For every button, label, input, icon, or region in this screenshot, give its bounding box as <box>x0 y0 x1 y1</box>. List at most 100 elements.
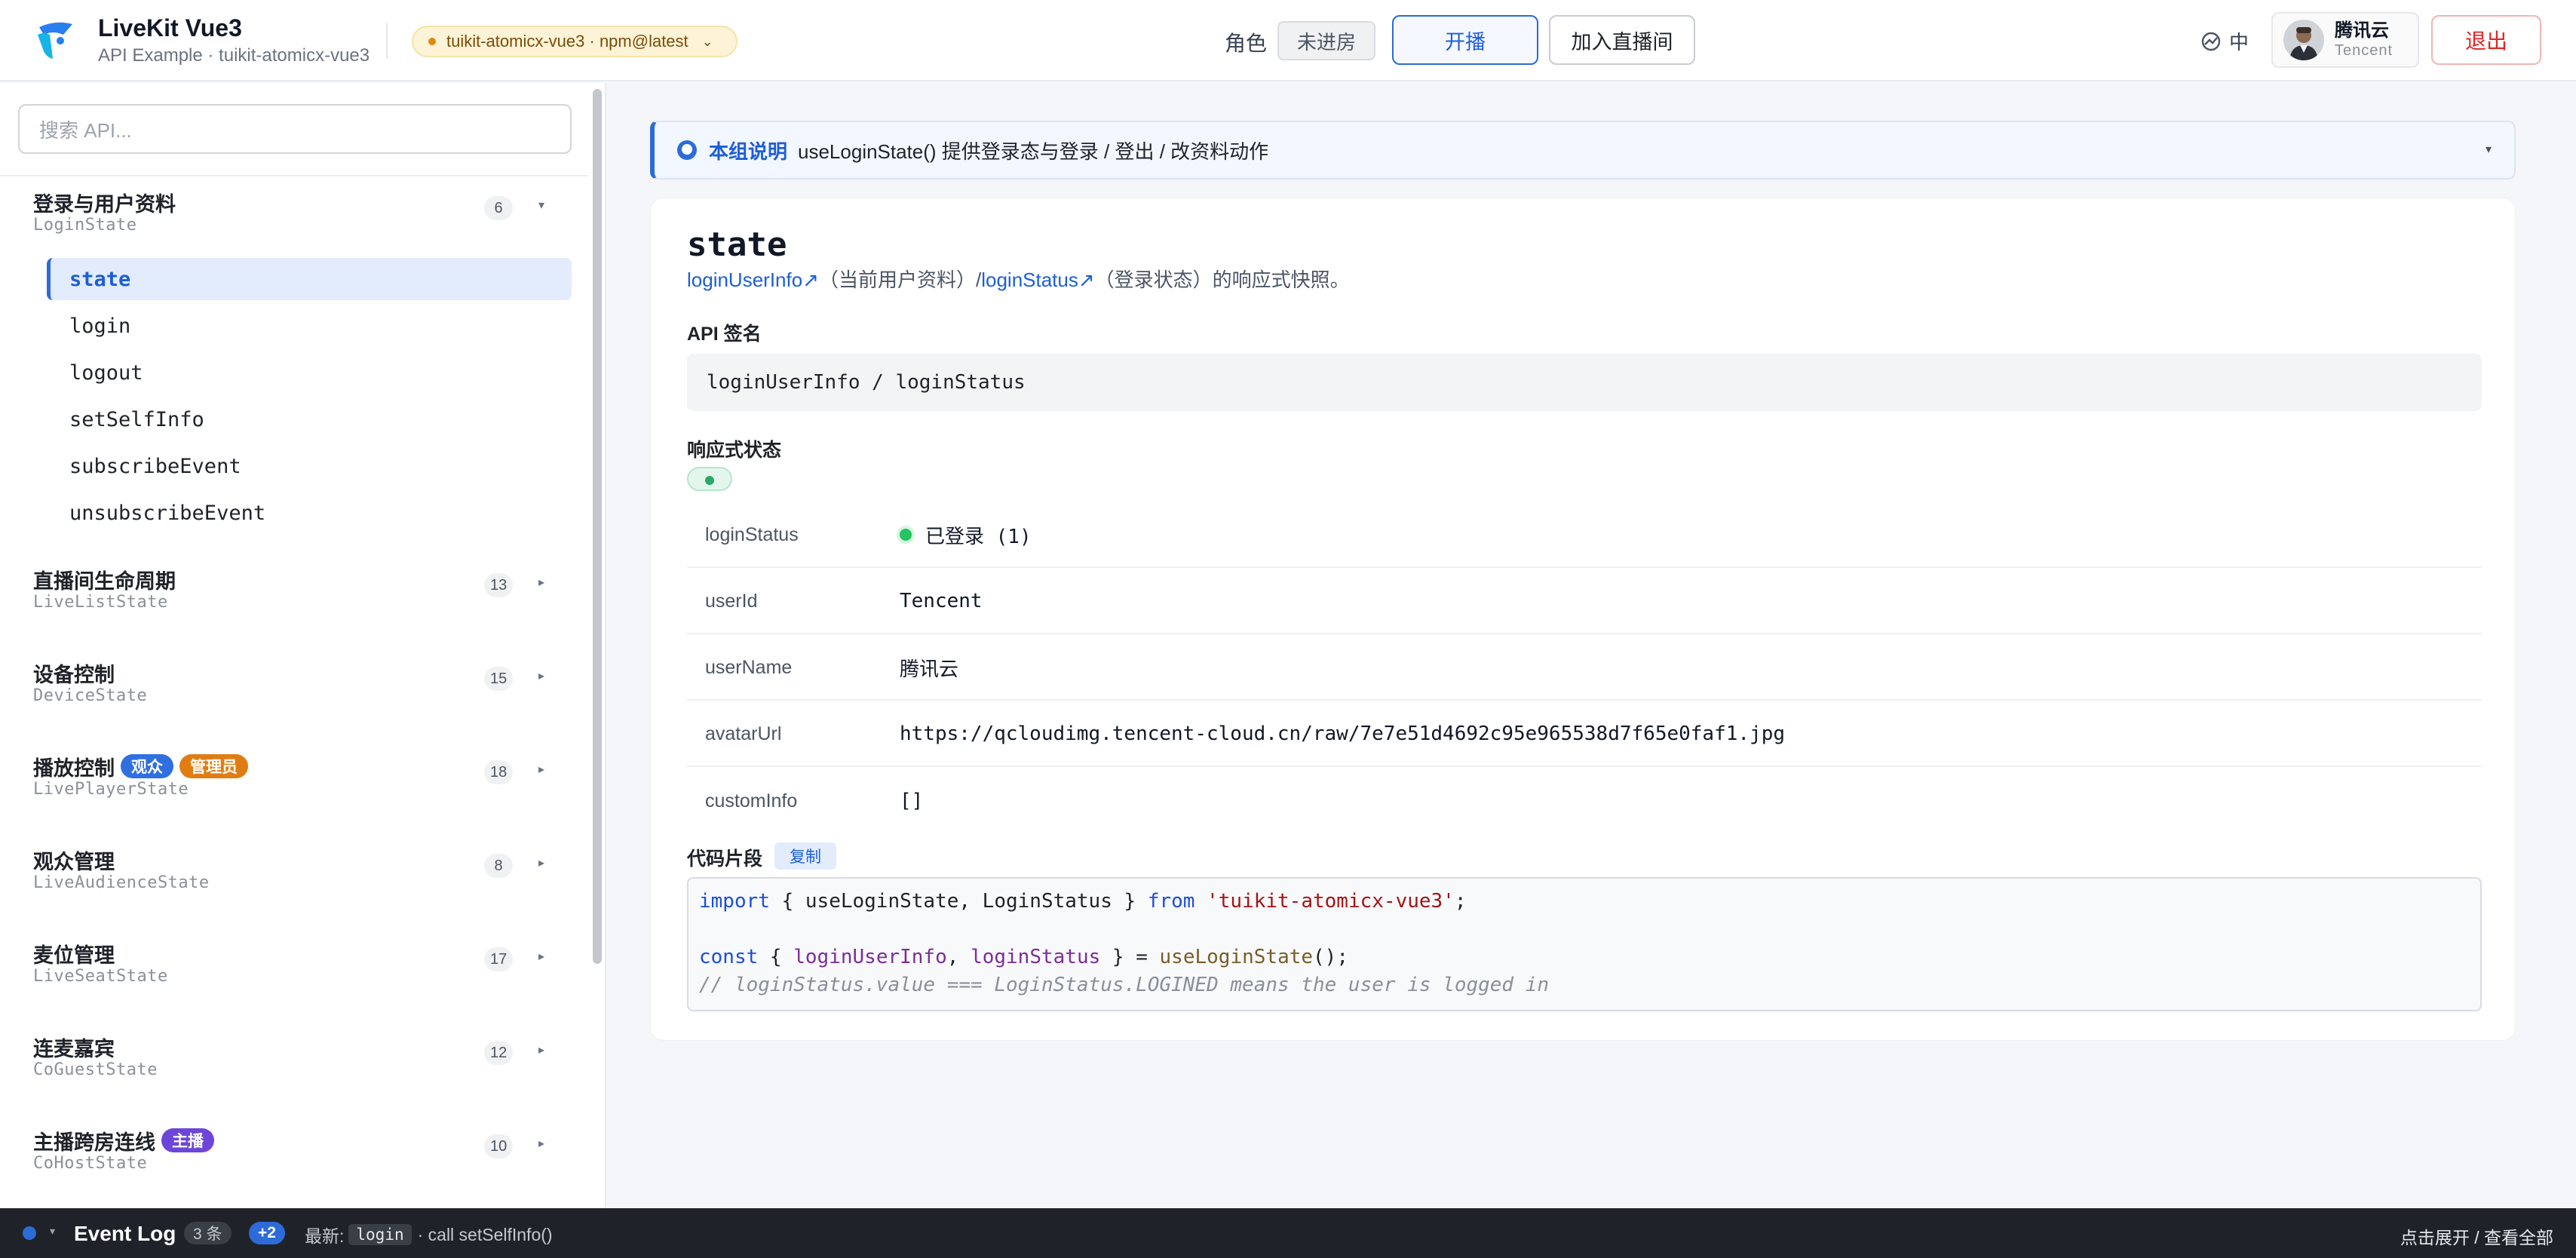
signature-label: API 签名 <box>687 324 762 345</box>
group-subtitle: DeviceState <box>33 686 148 705</box>
api-detail-card: state loginUserInfo↗（当前用户资料）/loginStatus… <box>650 198 2516 1041</box>
globe-icon <box>2201 32 2221 51</box>
group-title: 麦位管理 <box>33 944 115 967</box>
chevron-right-icon: ▸ <box>538 1137 545 1150</box>
latest-event-text: · call setSelfInfo() <box>417 1224 553 1244</box>
state-key: userId <box>705 590 758 612</box>
sidebar-group-device[interactable]: 设备控制 DeviceState 15 ▸ <box>33 659 561 706</box>
start-live-button[interactable]: 开播 <box>1392 15 1538 65</box>
package-selector[interactable]: tuikit-atomicx-vue3 · npm@latest ⌄ <box>412 26 738 57</box>
chevron-down-icon: ▾ <box>538 199 545 212</box>
search-input[interactable]: 搜索 API... <box>18 104 572 154</box>
sidebar-item-setselfinfo[interactable]: setSelfInfo <box>47 398 572 440</box>
login-status-value: 已登录 (1) <box>925 525 1032 548</box>
sidebar-group-liveplayer[interactable]: 播放控制 观众 管理员 LivePlayerState 18 ▸ <box>33 753 561 799</box>
group-title: 设备控制 <box>33 663 115 686</box>
sidebar-item-logout[interactable]: logout <box>47 351 572 394</box>
chevron-down-icon[interactable]: ▾ <box>2486 142 2492 157</box>
event-log-title: Event Log <box>74 1222 176 1245</box>
code-variable: loginUserInfo <box>793 946 947 968</box>
language-switch[interactable]: 中 <box>2200 27 2249 55</box>
code-comment: // loginStatus.value === LoginStatus.LOG… <box>699 974 1550 996</box>
state-value: 已登录 (1) <box>900 521 1032 549</box>
group-subtitle: LivePlayerState <box>33 780 189 799</box>
api-description: loginUserInfo↗（当前用户资料）/loginStatus↗（登录状态… <box>687 265 1350 293</box>
state-value: [] <box>900 790 924 812</box>
user-name: 腾讯云 <box>2335 20 2389 41</box>
login-status-link[interactable]: loginStatus↗ <box>981 268 1094 291</box>
group-count-badge: 13 <box>484 573 514 597</box>
code-text: { <box>758 946 794 968</box>
sidebar-group-login[interactable]: 登录与用户资料 LoginState 6 ▾ <box>33 189 561 235</box>
role-status-badge: 未进房 <box>1277 21 1375 60</box>
api-title: state <box>687 226 787 264</box>
chevron-right-icon: ▸ <box>538 857 545 870</box>
state-value: Tencent <box>900 590 983 612</box>
sidebar-group-seat[interactable]: 麦位管理 LiveSeatState 17 ▸ <box>33 940 561 986</box>
group-title: 主播跨房连线 <box>33 1131 155 1154</box>
group-title: 直播间生命周期 <box>33 569 176 593</box>
code-keyword: from <box>1147 890 1195 913</box>
sidebar-item-state[interactable]: state <box>47 258 572 300</box>
chevron-right-icon: ▸ <box>538 950 545 963</box>
event-count-badge: 3 条 <box>184 1222 232 1244</box>
sidebar-group-coguest[interactable]: 连麦嘉宾 CoGuestState 12 ▸ <box>33 1033 561 1080</box>
group-subtitle: LiveSeatState <box>33 967 168 986</box>
code-snippet[interactable]: import { useLoginState, LoginStatus } fr… <box>687 877 2482 1011</box>
login-user-info-link[interactable]: loginUserInfo↗ <box>687 268 819 291</box>
app-title: LiveKit Vue3 <box>98 14 242 41</box>
code-text: { useLoginState, LoginStatus } <box>769 890 1148 913</box>
group-subtitle: LiveAudienceState <box>33 873 210 892</box>
latest-event-code: login <box>348 1224 412 1245</box>
group-title: 连麦嘉宾 <box>33 1037 115 1060</box>
latest-event: 最新: login · call setSelfInfo() <box>305 1222 553 1247</box>
event-log-bar[interactable]: ▾ Event Log 3 条 +2 最新: login · call setS… <box>0 1208 2576 1258</box>
desc-text: （当前用户资料）/ <box>818 268 982 291</box>
copy-button[interactable]: 复制 <box>774 842 836 870</box>
group-title-row: 播放控制 观众 管理员 <box>33 753 561 780</box>
expand-event-log-link[interactable]: 点击展开 / 查看全部 <box>2400 1223 2553 1249</box>
sidebar-item-login[interactable]: login <box>47 305 572 347</box>
code-text: } = <box>1100 946 1160 968</box>
reactive-state-label: 响应式状态 <box>687 440 782 461</box>
state-row-avatarurl: avatarUrl https://qcloudimg.tencent-clou… <box>687 702 2482 767</box>
app-subtitle: API Example · tuikit-atomicx-vue3 <box>98 45 370 66</box>
package-status-dot <box>428 38 436 45</box>
state-row-userid: userId Tencent <box>687 569 2482 634</box>
sidebar-item-unsubscribeevent[interactable]: unsubscribeEvent <box>47 492 572 534</box>
group-count-badge: 8 <box>484 854 513 878</box>
livekit-logo-icon <box>38 22 72 59</box>
sidebar-group-audience[interactable]: 观众管理 LiveAudienceState 8 ▸ <box>33 846 561 893</box>
state-row-loginstatus: loginStatus 已登录 (1) <box>687 503 2482 568</box>
group-description-bar[interactable]: 本组说明 useLoginState() 提供登录态与登录 / 登出 / 改资料… <box>650 121 2516 179</box>
info-icon <box>677 140 697 160</box>
state-value: 腾讯云 <box>900 658 959 681</box>
sidebar-group-cohost[interactable]: 主播跨房连线 主播 CoHostState 10 ▸ <box>33 1127 561 1173</box>
state-row-custominfo: customInfo [] <box>687 769 2482 833</box>
api-signature: loginUserInfo / loginStatus <box>687 354 2482 411</box>
state-key: customInfo <box>705 790 798 812</box>
role-label: 角色 <box>1225 32 1268 55</box>
group-count-badge: 6 <box>484 196 513 220</box>
group-count-badge: 17 <box>484 947 514 971</box>
code-function: useLoginState <box>1159 946 1314 968</box>
info-label: 本组说明 <box>709 140 788 163</box>
group-title-row: 主播跨房连线 主播 <box>33 1127 561 1154</box>
code-snippet-label: 代码片段 <box>687 848 763 870</box>
sidebar-item-subscribeevent[interactable]: subscribeEvent <box>47 445 572 487</box>
sidebar-group-livelist[interactable]: 直播间生命周期 LiveListState 13 ▸ <box>33 566 561 612</box>
join-live-button[interactable]: 加入直播间 <box>1549 15 1695 65</box>
state-value: https://qcloudimg.tencent-cloud.cn/raw/7… <box>900 723 1785 745</box>
user-profile-card[interactable]: 腾讯云 Tencent <box>2271 12 2419 68</box>
group-subtitle: CoGuestState <box>33 1060 158 1079</box>
logout-button[interactable]: 退出 <box>2431 15 2541 65</box>
sidebar-scrollbar[interactable] <box>593 89 602 964</box>
group-count-badge: 15 <box>484 667 514 691</box>
chevron-right-icon: ▸ <box>538 576 545 589</box>
top-header: LiveKit Vue3 API Example · tuikit-atomic… <box>0 0 2576 81</box>
chevron-down-icon[interactable]: ▾ <box>50 1225 55 1238</box>
anchor-tag: 主播 <box>161 1128 214 1152</box>
status-dot-icon <box>900 529 912 541</box>
state-key: avatarUrl <box>705 723 782 744</box>
user-id: Tencent <box>2335 42 2394 59</box>
